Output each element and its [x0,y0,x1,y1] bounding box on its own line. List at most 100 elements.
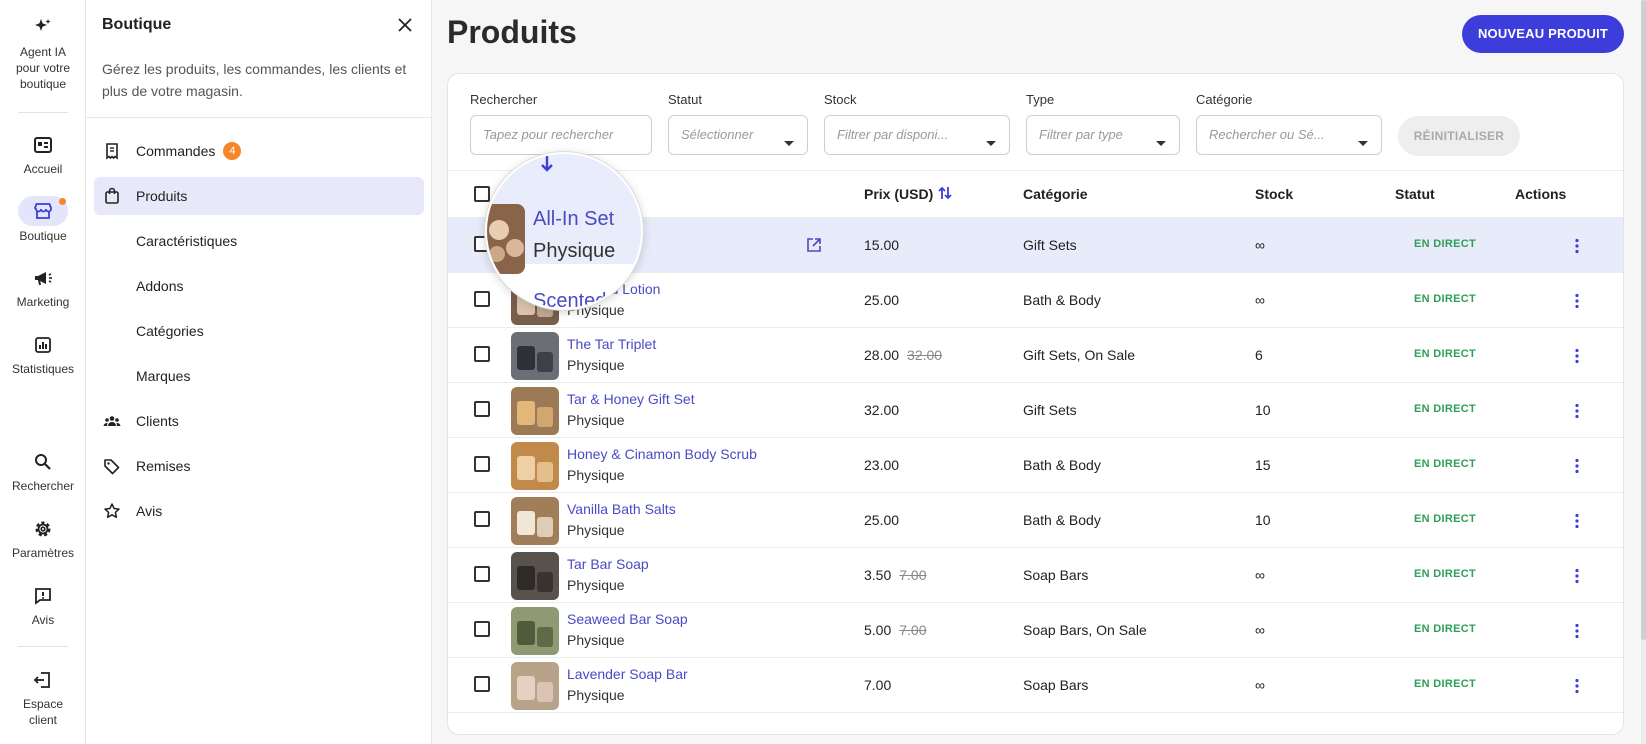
rail-item-avis[interactable]: Avis [0,584,86,628]
column-status[interactable]: Statut [1395,186,1435,202]
more-actions-icon[interactable] [1567,566,1587,586]
table-row[interactable]: Tar & Honey Gift Set Physique 32.00 Gift… [448,383,1623,438]
more-actions-icon[interactable] [1567,401,1587,421]
table-row[interactable]: Tar Bar Soap Physique 3.50 7.00 Soap Bars… [448,548,1623,603]
open-external-icon[interactable] [805,236,823,254]
page-scrollbar[interactable] [1641,0,1646,744]
reset-filters-button[interactable]: RÉINITIALISER [1398,116,1520,156]
price-cell: 28.00 32.00 [864,347,942,363]
more-actions-icon[interactable] [1567,456,1587,476]
status-badge: EN DIRECT [1414,238,1476,250]
rail-agent-ia[interactable]: Agent IA pour votre boutique [0,16,86,92]
more-actions-icon[interactable] [1567,676,1587,696]
price-cell: 32.00 [864,402,907,418]
chevron-down-icon [983,128,999,146]
sort-icon[interactable] [936,184,954,205]
category-cell: Soap Bars [1023,677,1089,693]
home-dashboard-icon [31,133,55,157]
row-checkbox[interactable] [474,566,490,582]
select-all-checkbox[interactable] [474,186,490,202]
row-checkbox[interactable] [474,401,490,417]
table-row[interactable]: Honey & Cinamon Body Scrub Physique 23.0… [448,438,1623,493]
product-name-link[interactable]: The Tar Triplet [567,336,656,352]
table-row[interactable]: The Tar Triplet Physique 28.00 32.00 Gift… [448,328,1623,383]
product-name-link[interactable]: Tar Bar Soap [567,556,649,572]
stock-cell: ∞ [1255,677,1265,693]
price-cell: 25.00 [864,292,907,308]
products-card: Rechercher Tapez pour rechercher Statut … [447,73,1624,735]
more-actions-icon[interactable] [1567,236,1587,256]
megaphone-icon [31,266,55,290]
product-thumbnail[interactable] [511,662,559,710]
product-thumbnail[interactable] [511,442,559,490]
more-actions-icon[interactable] [1567,291,1587,311]
new-product-button[interactable]: NOUVEAU PRODUIT [1462,15,1624,53]
rail-item-accueil[interactable]: Accueil [0,133,86,177]
row-checkbox[interactable] [474,621,490,637]
row-checkbox[interactable] [474,511,490,527]
product-thumbnail[interactable] [511,552,559,600]
stock-cell: 6 [1255,347,1263,363]
row-checkbox[interactable] [474,456,490,472]
nav-item-addons[interactable]: Addons [94,267,424,305]
chevron-down-icon [1153,128,1169,146]
product-thumbnail[interactable] [511,332,559,380]
rail-item-marketing[interactable]: Marketing [0,266,86,310]
nav-item-marques[interactable]: Marques [94,357,424,395]
more-actions-icon[interactable] [1567,346,1587,366]
stock-select[interactable]: Filtrer par disponi... [824,115,1010,155]
close-icon[interactable] [394,14,416,36]
product-name-link[interactable]: Lavender Soap Bar [567,666,688,682]
product-name-link[interactable]: Vanilla Bath Salts [567,501,676,517]
nav-item-commandes[interactable]: Commandes 4 [94,132,424,170]
rail-label: Marketing [16,295,70,309]
more-actions-icon[interactable] [1567,621,1587,641]
row-checkbox[interactable] [474,346,490,362]
store-icon [18,196,68,226]
stock-filter: Stock Filtrer par disponi... [824,92,1010,155]
category-select[interactable]: Rechercher ou Sé... [1196,115,1382,155]
rail-item-parametres[interactable]: Paramètres [0,517,86,561]
product-name-link[interactable]: Seaweed Bar Soap [567,611,688,627]
nav-item-avis[interactable]: Avis [94,492,424,530]
status-select[interactable]: Sélectionner [668,115,808,155]
lens-next-product-name: Scented [533,290,607,310]
status-badge: EN DIRECT [1414,403,1476,415]
category-cell: Gift Sets [1023,237,1077,253]
type-filter: Type Filtrer par type [1026,92,1180,155]
rail-item-statistiques[interactable]: Statistiques [0,333,86,377]
search-input[interactable]: Tapez pour rechercher [470,115,652,155]
nav-item-remises[interactable]: Remises [94,447,424,485]
stock-cell: ∞ [1255,622,1265,638]
scrollbar-thumb[interactable] [1641,0,1646,640]
product-thumbnail[interactable] [511,497,559,545]
nav-item-caracteristiques[interactable]: Caractéristiques [94,222,424,260]
app-rail: Agent IA pour votre boutique Accueil Bou… [0,0,86,744]
product-thumbnail[interactable] [511,387,559,435]
type-select[interactable]: Filtrer par type [1026,115,1180,155]
rail-item-espace-client[interactable]: Espace client [0,668,86,728]
search-icon [31,450,55,474]
column-price[interactable]: Prix (USD) [864,186,933,202]
nav-item-produits[interactable]: Produits [94,177,424,215]
boutique-panel: Boutique Gérez les produits, les command… [86,0,432,744]
table-row[interactable]: Seaweed Bar Soap Physique 5.00 7.00 Soap … [448,603,1623,658]
table-row[interactable]: Vanilla Bath Salts Physique 25.00 Bath &… [448,493,1623,548]
column-stock[interactable]: Stock [1255,186,1293,202]
product-type: Physique [567,577,625,593]
notification-dot [59,198,66,205]
more-actions-icon[interactable] [1567,511,1587,531]
table-row[interactable]: Lavender Soap Bar Physique 7.00 Soap Bar… [448,658,1623,713]
rail-item-rechercher[interactable]: Rechercher [0,450,86,494]
product-name-link[interactable]: Honey & Cinamon Body Scrub [567,446,757,462]
product-thumbnail[interactable] [511,607,559,655]
category-cell: Bath & Body [1023,292,1101,308]
rail-item-boutique[interactable]: Boutique [0,196,86,244]
rail-label: Avis [31,613,55,627]
product-name-link[interactable]: Tar & Honey Gift Set [567,391,695,407]
nav-item-clients[interactable]: Clients [94,402,424,440]
row-checkbox[interactable] [474,676,490,692]
nav-item-categories[interactable]: Catégories [94,312,424,350]
column-category[interactable]: Catégorie [1023,186,1088,202]
price: 25.00 [864,292,900,308]
